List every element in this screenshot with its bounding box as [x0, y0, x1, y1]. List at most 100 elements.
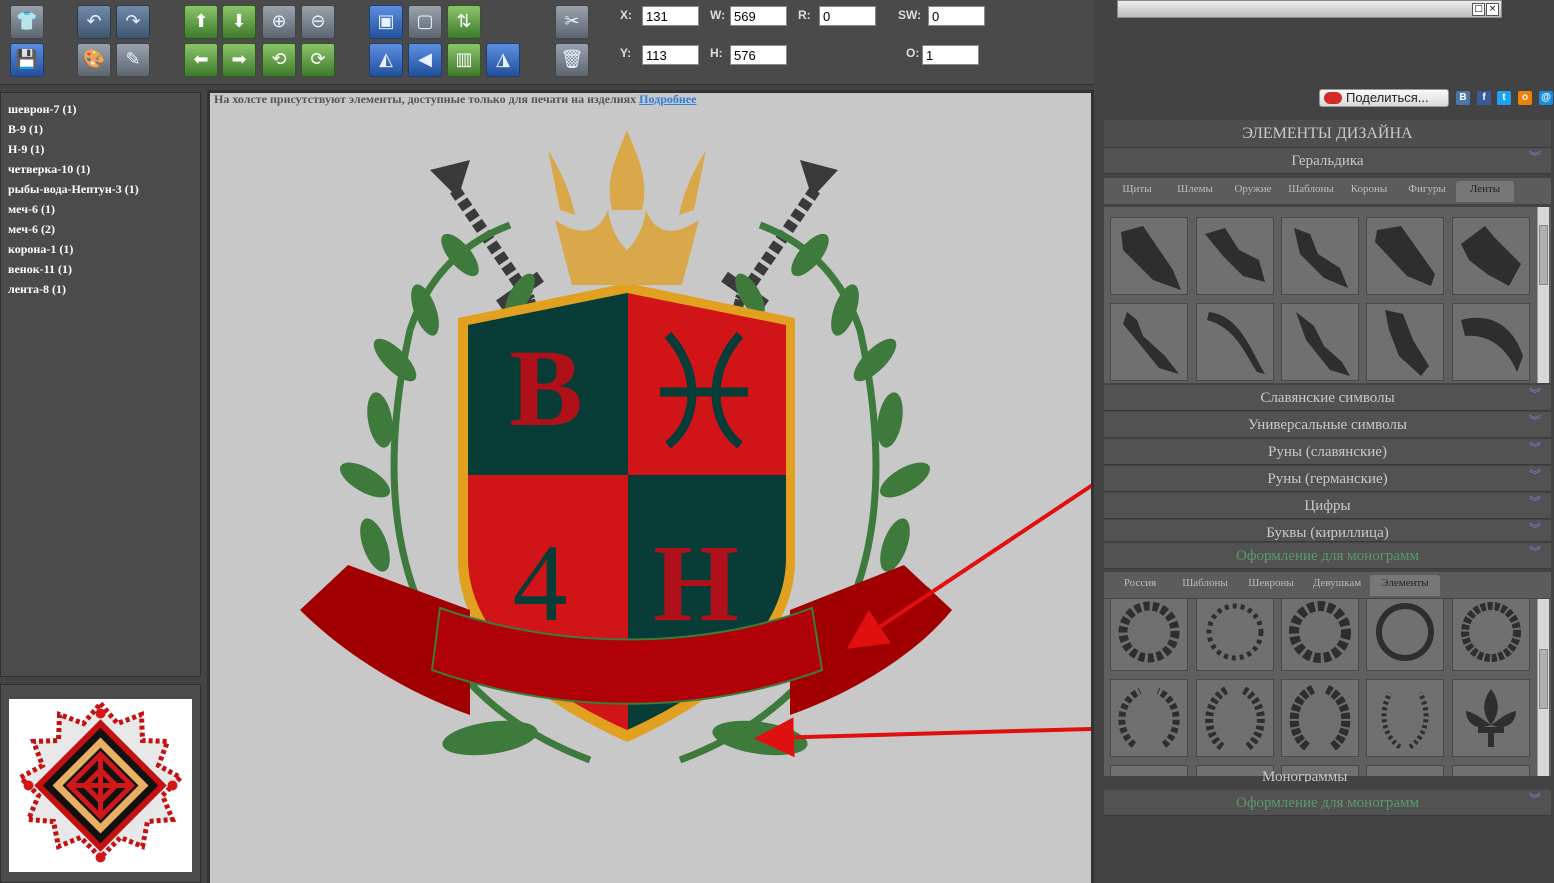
scrollbar-thumb[interactable]: [1539, 649, 1548, 709]
redo-icon[interactable]: ↷: [116, 5, 150, 39]
category-digits[interactable]: Цифры ︾: [1104, 493, 1551, 519]
rotate-right-icon[interactable]: ⟳: [301, 43, 335, 77]
tab-crowns[interactable]: Короны: [1340, 181, 1398, 202]
share-button[interactable]: Поделиться...: [1319, 89, 1449, 107]
ribbon-thumbnail[interactable]: [1366, 303, 1444, 381]
close-icon[interactable]: ×: [1486, 3, 1499, 16]
layer-item[interactable]: Н-9 (1): [8, 142, 44, 157]
element-thumbnail[interactable]: [1452, 765, 1530, 776]
tab-figures[interactable]: Фигуры: [1398, 181, 1456, 202]
bring-front-icon[interactable]: ▣: [369, 5, 403, 39]
ribbon-thumbnail[interactable]: [1281, 217, 1359, 295]
layer-item[interactable]: рыбы-вода-Нептун-3 (1): [8, 182, 139, 197]
center-icon[interactable]: ▥: [447, 43, 481, 77]
category-slavic-runes[interactable]: Руны (славянские) ︾: [1104, 439, 1551, 465]
zoom-in-icon[interactable]: ⊕: [262, 5, 296, 39]
wreath-thumbnail[interactable]: [1110, 679, 1188, 757]
wreath-thumbnail[interactable]: [1281, 679, 1359, 757]
tab-chevrons[interactable]: Шевроны: [1238, 575, 1304, 596]
wreath-thumbnail[interactable]: [1452, 599, 1530, 671]
stroke-width-field[interactable]: [928, 6, 985, 26]
tshirt-icon[interactable]: 👕: [10, 5, 44, 39]
height-field[interactable]: [730, 45, 787, 65]
trash-icon[interactable]: 🗑: [555, 43, 589, 77]
monogram-header[interactable]: Оформление для монограмм ︾: [1104, 543, 1551, 569]
rotation-field[interactable]: [819, 6, 876, 26]
ribbon-thumbnail[interactable]: [1196, 303, 1274, 381]
y-field[interactable]: [642, 45, 699, 65]
tab-templates[interactable]: Шаблоны: [1172, 575, 1238, 596]
heraldry-header[interactable]: Геральдика ︾: [1104, 148, 1551, 174]
tab-weapons[interactable]: Оружие: [1224, 181, 1282, 202]
flip-horizontal-icon[interactable]: ◭: [369, 43, 403, 77]
flip-vertical-icon[interactable]: ◀: [408, 43, 442, 77]
category-slavic-symbols[interactable]: Славянские символы ︾: [1104, 385, 1551, 411]
layer-item[interactable]: В-9 (1): [8, 122, 43, 137]
send-back-icon[interactable]: ▢: [408, 5, 442, 39]
ribbon-thumbnail[interactable]: [1452, 303, 1530, 381]
fleur-de-lis-thumbnail[interactable]: [1452, 679, 1530, 757]
facebook-icon[interactable]: f: [1477, 91, 1491, 105]
move-up-icon[interactable]: ⬆: [184, 5, 218, 39]
element-thumbnail[interactable]: [1110, 765, 1188, 776]
tab-for-girls[interactable]: Девушкам: [1304, 575, 1370, 596]
ribbon-thumbnail[interactable]: [1452, 217, 1530, 295]
layer-item[interactable]: венок-11 (1): [8, 262, 72, 277]
undo-icon[interactable]: ↶: [77, 5, 111, 39]
opacity-field[interactable]: [922, 45, 979, 65]
layer-item[interactable]: шеврон-7 (1): [8, 102, 77, 117]
monogram-header-bottom[interactable]: Оформление для монограмм ︾: [1104, 790, 1551, 816]
ribbon-thumbnail[interactable]: [1366, 217, 1444, 295]
ornament-preview-image[interactable]: [9, 699, 192, 872]
tools-icon[interactable]: ✂: [555, 5, 589, 39]
tab-russia[interactable]: Россия: [1108, 575, 1172, 596]
x-field[interactable]: [642, 6, 699, 26]
tab-ribbons[interactable]: Ленты: [1456, 181, 1514, 202]
wreath-thumbnail[interactable]: [1196, 679, 1274, 757]
save-icon[interactable]: 💾: [10, 43, 44, 77]
rotate-left-icon[interactable]: ⟲: [262, 43, 296, 77]
category-germanic-runes[interactable]: Руны (германские) ︾: [1104, 466, 1551, 492]
tab-elements[interactable]: Элементы: [1370, 575, 1440, 596]
layer-item[interactable]: четверка-10 (1): [8, 162, 90, 177]
align-icon[interactable]: ⇅: [447, 5, 481, 39]
ribbons-scrollbar[interactable]: [1537, 207, 1549, 383]
layer-item[interactable]: меч-6 (2): [8, 222, 55, 237]
tab-shields[interactable]: Щиты: [1108, 181, 1166, 202]
width-field[interactable]: [730, 6, 787, 26]
design-canvas[interactable]: В Н 4: [210, 93, 1091, 883]
notice-details-link[interactable]: Подробнее: [639, 92, 696, 106]
move-down-icon[interactable]: ⬇: [222, 5, 256, 39]
add-text-icon[interactable]: ✎: [116, 43, 150, 77]
vk-icon[interactable]: B: [1456, 91, 1470, 105]
maximize-icon[interactable]: □: [1472, 3, 1485, 16]
ribbon-thumbnail[interactable]: [1110, 217, 1188, 295]
coat-of-arms-emblem[interactable]: В Н 4: [210, 93, 1091, 883]
wreath-thumbnail[interactable]: [1110, 599, 1188, 671]
move-left-icon[interactable]: ⬅: [184, 43, 218, 77]
ribbon-thumbnail[interactable]: [1110, 303, 1188, 381]
wreath-thumbnail[interactable]: [1366, 679, 1444, 757]
category-universal-symbols[interactable]: Универсальные символы ︾: [1104, 412, 1551, 438]
wreath-thumbnail[interactable]: [1196, 599, 1274, 671]
ribbon-thumbnail[interactable]: [1281, 303, 1359, 381]
skew-icon[interactable]: ◮: [486, 43, 520, 77]
move-right-icon[interactable]: ➡: [222, 43, 256, 77]
category-cyrillic-letters[interactable]: Буквы (кириллица) ︾: [1104, 520, 1551, 542]
monogram-scrollbar[interactable]: [1537, 599, 1549, 776]
wreath-thumbnail[interactable]: [1281, 599, 1359, 671]
ribbon-thumbnail[interactable]: [1196, 217, 1274, 295]
element-thumbnail[interactable]: [1366, 765, 1444, 776]
layer-item[interactable]: корона-1 (1): [8, 242, 73, 257]
wreath-thumbnail[interactable]: [1366, 599, 1444, 671]
tab-helmets[interactable]: Шлемы: [1166, 181, 1224, 202]
palette-icon[interactable]: 🎨: [77, 43, 111, 77]
mail-icon[interactable]: @: [1539, 91, 1553, 105]
layer-item[interactable]: лента-8 (1): [8, 282, 66, 297]
zoom-out-icon[interactable]: ⊖: [301, 5, 335, 39]
scrollbar-thumb[interactable]: [1539, 225, 1548, 285]
odnoklassniki-icon[interactable]: o: [1518, 91, 1532, 105]
twitter-icon[interactable]: t: [1497, 91, 1511, 105]
tab-templates[interactable]: Шаблоны: [1282, 181, 1340, 202]
layer-item[interactable]: меч-6 (1): [8, 202, 55, 217]
